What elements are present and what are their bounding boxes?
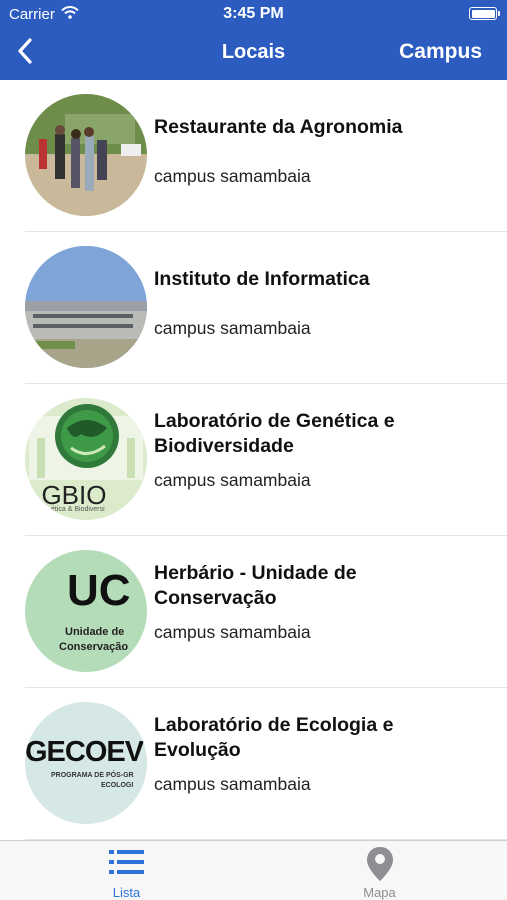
place-campus: campus samambaia xyxy=(154,774,311,794)
status-bar: Carrier 3:45 PM xyxy=(0,0,507,28)
list-item[interactable]: UC Unidade de Conservação Herbário - Uni… xyxy=(0,536,507,688)
place-campus: campus samambaia xyxy=(154,318,311,338)
place-name: Laboratório de Ecologia e Evolução xyxy=(154,714,394,761)
tab-mapa-label: Mapa xyxy=(363,885,396,900)
list-icon xyxy=(108,849,145,880)
place-name: Instituto de Informatica xyxy=(154,268,370,290)
list-item[interactable]: Instituto de Informatica campus samambai… xyxy=(0,232,507,384)
list-item[interactable]: GECOEV PROGRAMA DE PÓS-GR ECOLOGI Labora… xyxy=(0,688,507,840)
place-campus: campus samambaia xyxy=(154,166,311,186)
place-campus: campus samambaia xyxy=(154,470,311,490)
map-pin-icon xyxy=(366,846,394,887)
place-photo xyxy=(25,94,147,216)
tab-lista[interactable]: Lista xyxy=(0,841,253,900)
logo-subtext: ética & Biodiversi xyxy=(51,506,105,513)
tab-bar: Lista Mapa xyxy=(0,840,507,900)
logo-subtext-1: Unidade de xyxy=(65,626,125,638)
place-logo: GECOEV PROGRAMA DE PÓS-GR ECOLOGI xyxy=(25,702,147,824)
place-logo: LGBIO ética & Biodiversi xyxy=(25,398,147,520)
tab-lista-label: Lista xyxy=(112,885,141,900)
battery-icon xyxy=(469,7,500,20)
campus-button[interactable]: Campus xyxy=(399,40,482,64)
place-logo: UC Unidade de Conservação xyxy=(25,550,147,672)
place-photo xyxy=(25,246,147,368)
logo-subtext-1: PROGRAMA DE PÓS-GR xyxy=(51,772,134,779)
logo-subtext-2: Conservação xyxy=(59,641,129,653)
list-item[interactable]: LGBIO ética & Biodiversi Laboratório de … xyxy=(0,384,507,536)
logo-text: UC xyxy=(67,566,131,615)
place-name: Restaurante da Agronomia xyxy=(154,116,403,138)
place-name: Herbário - Unidade de Conservação xyxy=(154,562,357,609)
status-time: 3:45 PM xyxy=(223,5,284,22)
place-name: Laboratório de Genética e Biodiversidade xyxy=(154,410,395,457)
places-list: Restaurante da Agronomia campus samambai… xyxy=(0,80,507,840)
tab-mapa[interactable]: Mapa xyxy=(253,841,506,900)
navigation-bar: Locais Campus xyxy=(0,28,507,80)
logo-subtext-2: ECOLOGI xyxy=(101,782,134,789)
list-item[interactable]: Restaurante da Agronomia campus samambai… xyxy=(0,80,507,232)
header: Carrier 3:45 PM Locais Campus xyxy=(0,0,507,80)
logo-text: GECOEV xyxy=(25,736,144,768)
place-campus: campus samambaia xyxy=(154,622,311,642)
